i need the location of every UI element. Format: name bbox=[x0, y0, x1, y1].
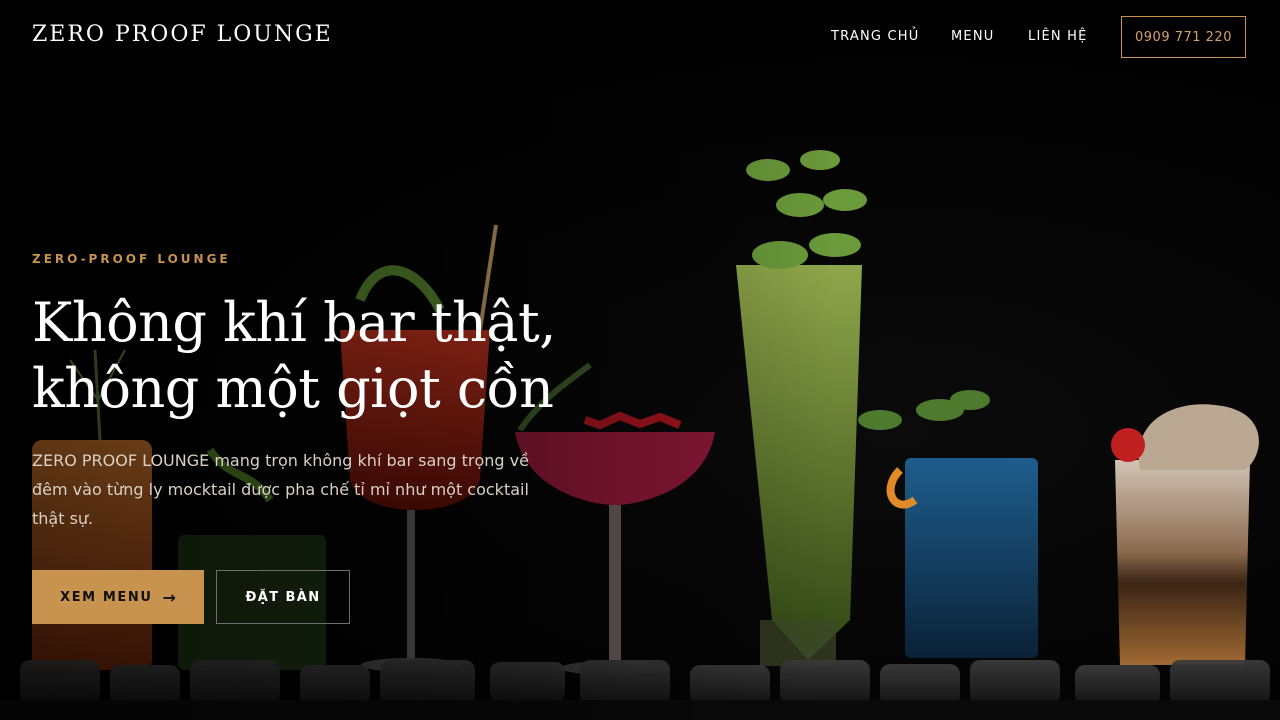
nav-link-contact[interactable]: LIÊN HỆ bbox=[1028, 29, 1088, 44]
brand-logo[interactable]: ZERO PROOF LOUNGE bbox=[32, 22, 333, 47]
nav-link-menu[interactable]: MENU bbox=[951, 29, 994, 44]
view-menu-label: XEM MENU bbox=[60, 589, 153, 605]
phone-button[interactable]: 0909 771 220 bbox=[1121, 16, 1246, 58]
book-table-button[interactable]: ĐẶT BÀN bbox=[216, 570, 350, 624]
hero-eyebrow: ZERO-PROOF LOUNGE bbox=[32, 252, 231, 266]
top-navigation: ZERO PROOF LOUNGE TRANG CHỦ MENU LIÊN HỆ… bbox=[0, 0, 1280, 76]
hero-description: ZERO PROOF LOUNGE mang trọn không khí ba… bbox=[32, 451, 529, 528]
arrow-right-icon: → bbox=[162, 587, 176, 607]
hero-headline: Không khí bar thật, không một giọt cồn bbox=[32, 291, 556, 420]
view-menu-button[interactable]: XEM MENU → bbox=[32, 570, 204, 624]
book-table-label: ĐẶT BÀN bbox=[245, 589, 321, 605]
nav-link-home[interactable]: TRANG CHỦ bbox=[831, 29, 919, 44]
